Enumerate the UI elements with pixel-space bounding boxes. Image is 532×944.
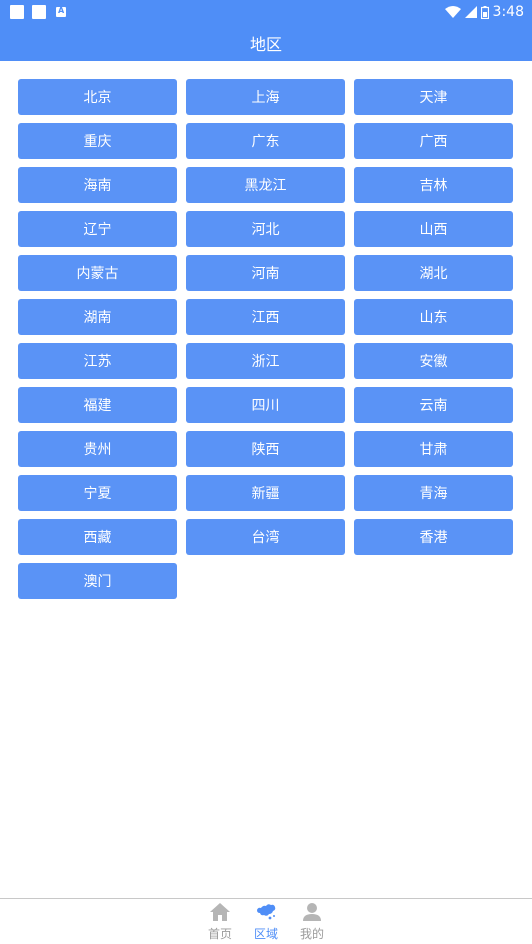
signal-icon	[464, 6, 477, 18]
region-button[interactable]: 黑龙江	[186, 167, 345, 203]
region-button[interactable]: 辽宁	[18, 211, 177, 247]
nav-home[interactable]: 首页	[197, 899, 243, 944]
region-button[interactable]: 西藏	[18, 519, 177, 555]
region-button[interactable]: 四川	[186, 387, 345, 423]
bottom-nav: 首页 区域 我的	[0, 898, 532, 944]
region-button[interactable]: 浙江	[186, 343, 345, 379]
region-button[interactable]: 新疆	[186, 475, 345, 511]
status-bar: 3:48	[0, 0, 532, 24]
app-bar: 地区	[0, 24, 532, 61]
home-icon	[210, 902, 230, 921]
region-button[interactable]: 上海	[186, 79, 345, 115]
region-button[interactable]: 江苏	[18, 343, 177, 379]
region-button[interactable]: 青海	[354, 475, 513, 511]
region-button[interactable]: 澳门	[18, 563, 177, 599]
region-button[interactable]: 河北	[186, 211, 345, 247]
person-icon	[303, 902, 321, 921]
region-button[interactable]: 内蒙古	[18, 255, 177, 291]
region-button[interactable]: 甘肃	[354, 431, 513, 467]
region-button[interactable]: 吉林	[354, 167, 513, 203]
region-button[interactable]: 安徽	[354, 343, 513, 379]
notification-icon	[10, 5, 24, 19]
battery-icon	[480, 5, 489, 19]
nav-region[interactable]: 区域	[243, 899, 289, 944]
region-button[interactable]: 湖北	[354, 255, 513, 291]
region-button[interactable]: 贵州	[18, 431, 177, 467]
region-button[interactable]: 广西	[354, 123, 513, 159]
region-button[interactable]: 湖南	[18, 299, 177, 335]
nav-mine[interactable]: 我的	[289, 899, 335, 944]
system-status: 3:48	[444, 4, 524, 20]
region-button[interactable]: 宁夏	[18, 475, 177, 511]
app-notification-icon	[56, 6, 66, 17]
region-button[interactable]: 山东	[354, 299, 513, 335]
notification-icon	[32, 5, 46, 19]
region-button[interactable]: 陕西	[186, 431, 345, 467]
region-button[interactable]: 福建	[18, 387, 177, 423]
notification-icons	[10, 5, 66, 19]
region-button[interactable]: 天津	[354, 79, 513, 115]
region-button[interactable]: 云南	[354, 387, 513, 423]
region-button[interactable]: 海南	[18, 167, 177, 203]
nav-region-label: 区域	[253, 926, 278, 941]
region-button[interactable]: 北京	[18, 79, 177, 115]
nav-mine-label: 我的	[299, 926, 324, 941]
china-map-icon	[257, 903, 276, 919]
region-button[interactable]: 重庆	[18, 123, 177, 159]
clock: 3:48	[492, 4, 524, 20]
region-grid: 北京 上海 天津 重庆 广东 广西 海南 黑龙江 吉林 辽宁 河北 山西 内蒙古…	[18, 79, 514, 599]
nav-home-label: 首页	[207, 926, 232, 941]
region-button[interactable]: 河南	[186, 255, 345, 291]
region-button[interactable]: 山西	[354, 211, 513, 247]
region-button[interactable]: 香港	[354, 519, 513, 555]
wifi-icon	[444, 6, 461, 18]
region-button[interactable]: 江西	[186, 299, 345, 335]
page-title: 地区	[249, 34, 282, 54]
region-button[interactable]: 台湾	[186, 519, 345, 555]
region-button[interactable]: 广东	[186, 123, 345, 159]
